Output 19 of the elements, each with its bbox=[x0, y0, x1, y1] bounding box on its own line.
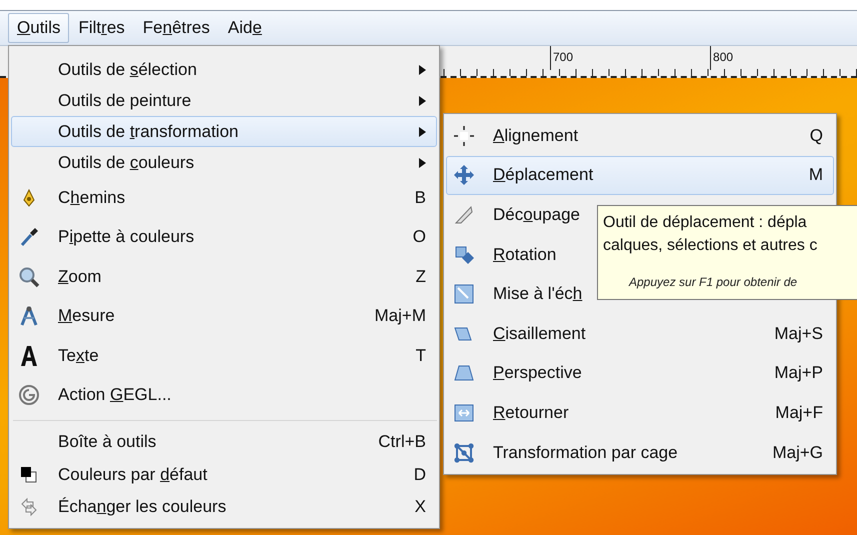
shortcut-label: D bbox=[414, 464, 426, 485]
shortcut-label: Maj+P bbox=[774, 363, 823, 384]
shortcut-label: Maj+G bbox=[772, 442, 823, 463]
shortcut-label: X bbox=[414, 497, 426, 518]
shortcut-label: Maj+F bbox=[775, 402, 823, 423]
shortcut-label: Maj+S bbox=[774, 324, 823, 344]
shortcut-label: Q bbox=[810, 126, 823, 146]
shortcut-label: Z bbox=[416, 266, 426, 287]
shortcut-label: T bbox=[416, 346, 426, 366]
tooltip-hint: Appuyez sur F1 pour obtenir de bbox=[628, 275, 798, 289]
shortcut-label: M bbox=[808, 165, 823, 186]
shortcut-label: B bbox=[414, 188, 426, 208]
tooltip-text: calques, sélections et autres c bbox=[603, 236, 818, 256]
ruler-label: 700 bbox=[550, 46, 574, 70]
shortcut-label: Maj+M bbox=[374, 306, 426, 326]
shortcut-label: O bbox=[412, 227, 426, 248]
ruler-label: 800 bbox=[710, 46, 734, 70]
tooltip-text: Outil de déplacement : dépla bbox=[603, 213, 808, 233]
shortcut-label: Ctrl+B bbox=[378, 432, 426, 452]
